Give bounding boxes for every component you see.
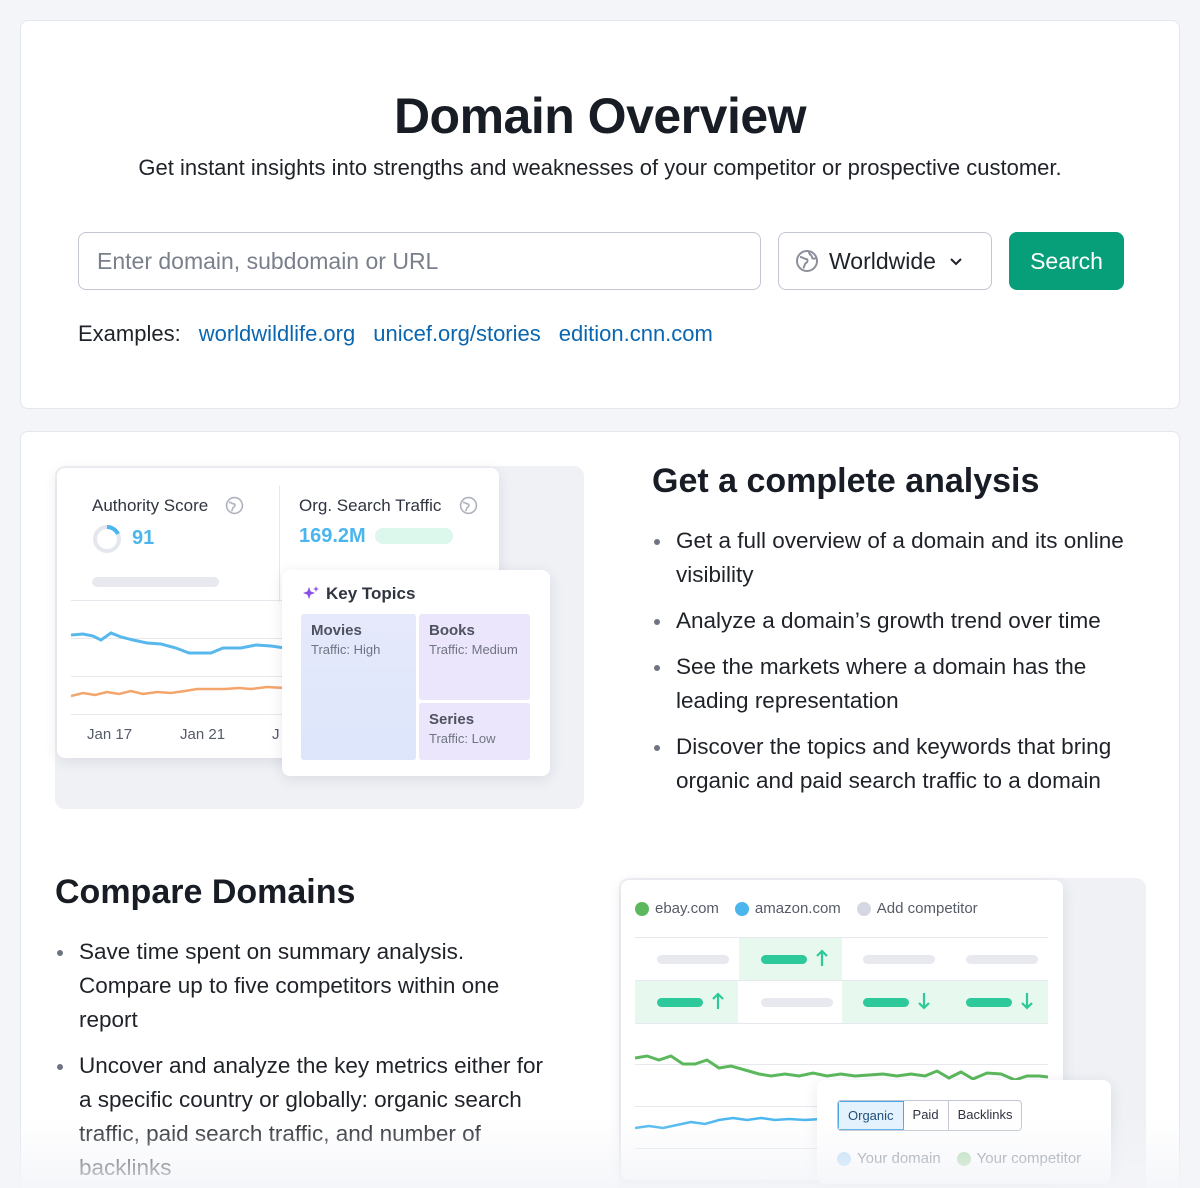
list-item: See the markets where a domain has the l…: [652, 650, 1092, 718]
grid-line: [71, 600, 285, 601]
page-subtitle: Get instant insights into strengths and …: [138, 155, 1062, 180]
example-link-worldwildlife[interactable]: worldwildlife.org: [199, 321, 356, 347]
placeholder-bar: [92, 577, 219, 587]
examples-row: Examples: worldwildlife.org unicef.org/s…: [78, 321, 713, 347]
analysis-heading: Get a complete analysis: [652, 462, 1040, 500]
grid-line: [71, 714, 285, 715]
authority-score-label: Authority Score: [92, 496, 209, 515]
compare-heading: Compare Domains: [55, 873, 356, 911]
analysis-bullets: Get a full overview of a domain and its …: [652, 524, 1152, 810]
tab-backlinks[interactable]: Backlinks: [949, 1101, 1022, 1130]
list-item: Analyze a domain’s growth trend over tim…: [652, 604, 1152, 638]
tab-paid[interactable]: Paid: [904, 1101, 949, 1130]
date-tick: Jan 21: [180, 726, 226, 743]
date-tick: J: [272, 726, 280, 743]
key-topics-title: Key Topics: [326, 584, 416, 603]
example-link-unicef[interactable]: unicef.org/stories: [373, 321, 541, 347]
examples-label: Examples:: [78, 321, 181, 346]
org-traffic-label: Org. Search Traffic: [299, 496, 442, 515]
placeholder-bar: [863, 955, 935, 964]
globe-icon: [459, 496, 478, 515]
domain-legend: Your domain Your competitor: [837, 1150, 1081, 1167]
legend-item[interactable]: ebay.com: [635, 900, 719, 917]
topic-name: Series: [429, 711, 475, 728]
search-button[interactable]: Search: [1009, 232, 1124, 290]
metric-bar: [966, 998, 1012, 1007]
metric-bar: [761, 955, 807, 964]
example-link-cnn[interactable]: edition.cnn.com: [559, 321, 713, 347]
domain-search-input[interactable]: [78, 232, 761, 290]
region-select[interactable]: Worldwide: [778, 232, 992, 290]
traffic-trend-bar: [375, 528, 453, 544]
authority-donut-icon: [93, 524, 121, 553]
placeholder-bar: [966, 955, 1038, 964]
topic-name: Books: [429, 622, 475, 639]
chevron-down-icon: [950, 258, 962, 266]
list-item: Uncover and analyze the key metrics eith…: [55, 1049, 555, 1185]
key-topics-header: Key Topics: [302, 584, 415, 604]
metric-bar: [657, 998, 703, 1007]
arrow-up-icon: [712, 992, 724, 1009]
arrow-down-icon: [1021, 993, 1033, 1010]
authority-score-value: 91: [132, 527, 155, 549]
traffic-tabs: Organic Paid Backlinks: [837, 1100, 1023, 1131]
region-select-value: Worldwide: [829, 247, 936, 274]
add-competitor[interactable]: Add competitor: [856, 900, 978, 917]
traffic-line-chart: [71, 631, 285, 698]
hero-card: Domain Overview Get instant insights int…: [20, 20, 1180, 409]
traffic-type-widget: Organic Paid Backlinks Your domain Your …: [817, 1080, 1111, 1184]
list-item: Get a full overview of a domain and its …: [652, 524, 1152, 592]
org-traffic-value: 169.2M: [299, 525, 366, 547]
legend-item: Your competitor: [956, 1150, 1081, 1167]
topic-tile-movies[interactable]: Movies Traffic: High: [301, 614, 416, 760]
sparkle-icon: [303, 586, 319, 599]
placeholder-bar: [761, 998, 833, 1007]
compare-bullets: Save time spent on summary analysis. Com…: [55, 935, 555, 1188]
legend-item: Your domain: [837, 1150, 941, 1167]
placeholder-bar: [657, 955, 729, 964]
globe-icon: [225, 496, 244, 515]
legend-item[interactable]: amazon.com: [734, 900, 841, 917]
topic-tile-series[interactable]: Series Traffic: Low: [419, 703, 530, 760]
features-card: Authority Score 91 Org. Search Traffic 1…: [20, 431, 1180, 1188]
list-item: Save time spent on summary analysis. Com…: [55, 935, 515, 1037]
topic-traffic: Traffic: High: [311, 642, 381, 657]
divider: [279, 486, 280, 602]
arrow-down-icon: [918, 993, 930, 1010]
analysis-illustration: Authority Score 91 Org. Search Traffic 1…: [55, 466, 584, 809]
topic-traffic: Traffic: Medium: [429, 642, 518, 657]
topic-traffic: Traffic: Low: [429, 731, 496, 746]
key-topics-widget: Key Topics Movies Traffic: High Books Tr…: [282, 570, 550, 776]
tab-organic[interactable]: Organic: [838, 1101, 904, 1130]
globe-icon: [796, 250, 818, 272]
metric-bar: [863, 998, 909, 1007]
date-tick: Jan 17: [87, 726, 133, 743]
arrow-up-icon: [816, 949, 828, 966]
topic-tile-books[interactable]: Books Traffic: Medium: [419, 614, 530, 700]
compare-illustration: ebay.com amazon.com Add competitor Organ…: [619, 878, 1146, 1188]
topic-name: Movies: [311, 622, 362, 639]
page-title: Domain Overview: [393, 88, 807, 144]
grid-line: [635, 1023, 1048, 1024]
list-item: Discover the topics and keywords that br…: [652, 730, 1122, 798]
competitors-legend: ebay.com amazon.com Add competitor: [635, 900, 978, 917]
